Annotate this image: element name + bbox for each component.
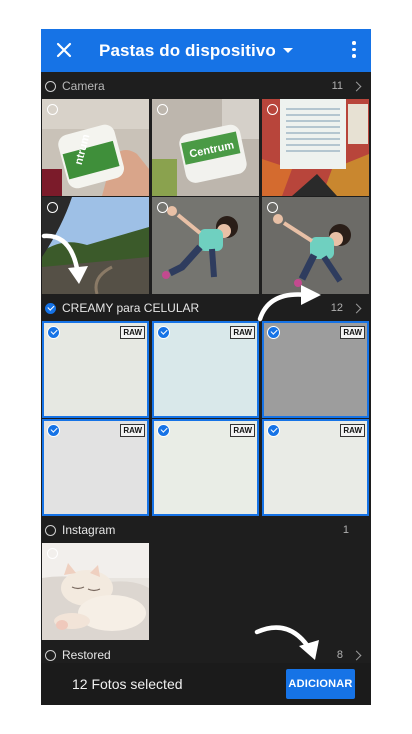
select-circle[interactable]	[267, 202, 278, 213]
section-select-radio[interactable]	[45, 80, 56, 92]
section-name: Restored	[62, 648, 111, 662]
section-name: Instagram	[62, 523, 116, 537]
phone-screen: Pastas do dispositivo Camera 11 ntrum Ce…	[41, 29, 371, 705]
checked-circle-icon[interactable]	[267, 424, 280, 437]
photo-tile[interactable]: Centrum	[152, 99, 259, 196]
chevron-right-icon[interactable]	[351, 650, 362, 660]
section-header-creamy[interactable]: CREAMY para CELULAR 12	[41, 296, 371, 320]
section-select-radio[interactable]	[45, 649, 56, 661]
section-name: Camera	[62, 79, 105, 93]
raw-badge: RAW	[120, 424, 145, 437]
section-count: 8	[336, 649, 343, 661]
checked-circle-icon[interactable]	[157, 424, 170, 437]
select-circle[interactable]	[47, 202, 58, 213]
checked-circle-icon[interactable]	[267, 326, 280, 339]
page-title: Pastas do dispositivo	[99, 40, 276, 60]
close-icon	[56, 42, 72, 58]
section-count: 1	[342, 524, 349, 536]
close-button[interactable]	[53, 39, 75, 61]
vitamin-bottle-photo: Centrum	[152, 99, 259, 196]
photo-tile[interactable]	[262, 197, 369, 294]
photo-tile[interactable]: RAW	[262, 321, 369, 418]
photo-tile[interactable]: RAW	[42, 419, 149, 516]
more-vert-icon[interactable]	[351, 41, 357, 61]
select-circle[interactable]	[47, 548, 58, 559]
landscape-photo	[42, 197, 149, 294]
checked-circle-icon[interactable]	[157, 326, 170, 339]
photo-tile[interactable]: RAW	[42, 321, 149, 418]
vitamin-bottle-hand-photo: ntrum	[42, 99, 149, 196]
app-bar: Pastas do dispositivo	[41, 29, 371, 72]
photo-tile[interactable]	[152, 197, 259, 294]
photo-tile[interactable]: RAW	[262, 419, 369, 516]
raw-badge: RAW	[120, 326, 145, 339]
raw-badge: RAW	[340, 424, 365, 437]
photo-tile[interactable]: RAW	[152, 321, 259, 418]
chevron-right-icon[interactable]	[351, 81, 362, 91]
section-name: CREAMY para CELULAR	[62, 301, 200, 315]
photo-tile[interactable]: RAW	[152, 419, 259, 516]
child-on-street-photo	[152, 197, 259, 294]
photo-tile[interactable]: ntrum	[42, 99, 149, 196]
select-circle[interactable]	[157, 104, 168, 115]
select-circle[interactable]	[157, 202, 168, 213]
section-header-camera[interactable]: Camera 11	[41, 74, 371, 98]
chevron-right-icon[interactable]	[351, 303, 362, 313]
raw-badge: RAW	[230, 424, 255, 437]
raw-badge: RAW	[340, 326, 365, 339]
select-circle[interactable]	[267, 104, 278, 115]
section-header-instagram[interactable]: Instagram 1	[41, 518, 371, 542]
section-count: 11	[331, 80, 343, 92]
section-select-radio[interactable]	[45, 302, 56, 314]
bottom-action-bar: 12 Fotos selected ADICIONAR	[41, 663, 371, 705]
caret-down-icon	[282, 48, 293, 53]
document-on-fabric-photo	[262, 99, 369, 196]
raw-badge: RAW	[230, 326, 255, 339]
photo-tile[interactable]	[42, 543, 149, 640]
photo-tile[interactable]	[262, 99, 369, 196]
add-button[interactable]: ADICIONAR	[286, 669, 355, 699]
sleeping-cat-photo	[42, 543, 149, 640]
selection-count-text: 12 Fotos selected	[72, 676, 183, 692]
photo-tile[interactable]	[42, 197, 149, 294]
section-select-radio[interactable]	[45, 524, 56, 536]
folder-picker-dropdown[interactable]: Pastas do dispositivo	[99, 29, 293, 72]
checked-circle-icon[interactable]	[47, 326, 60, 339]
select-circle[interactable]	[47, 104, 58, 115]
child-on-street-photo	[262, 197, 369, 294]
checked-circle-icon[interactable]	[47, 424, 60, 437]
section-count: 12	[330, 302, 343, 314]
